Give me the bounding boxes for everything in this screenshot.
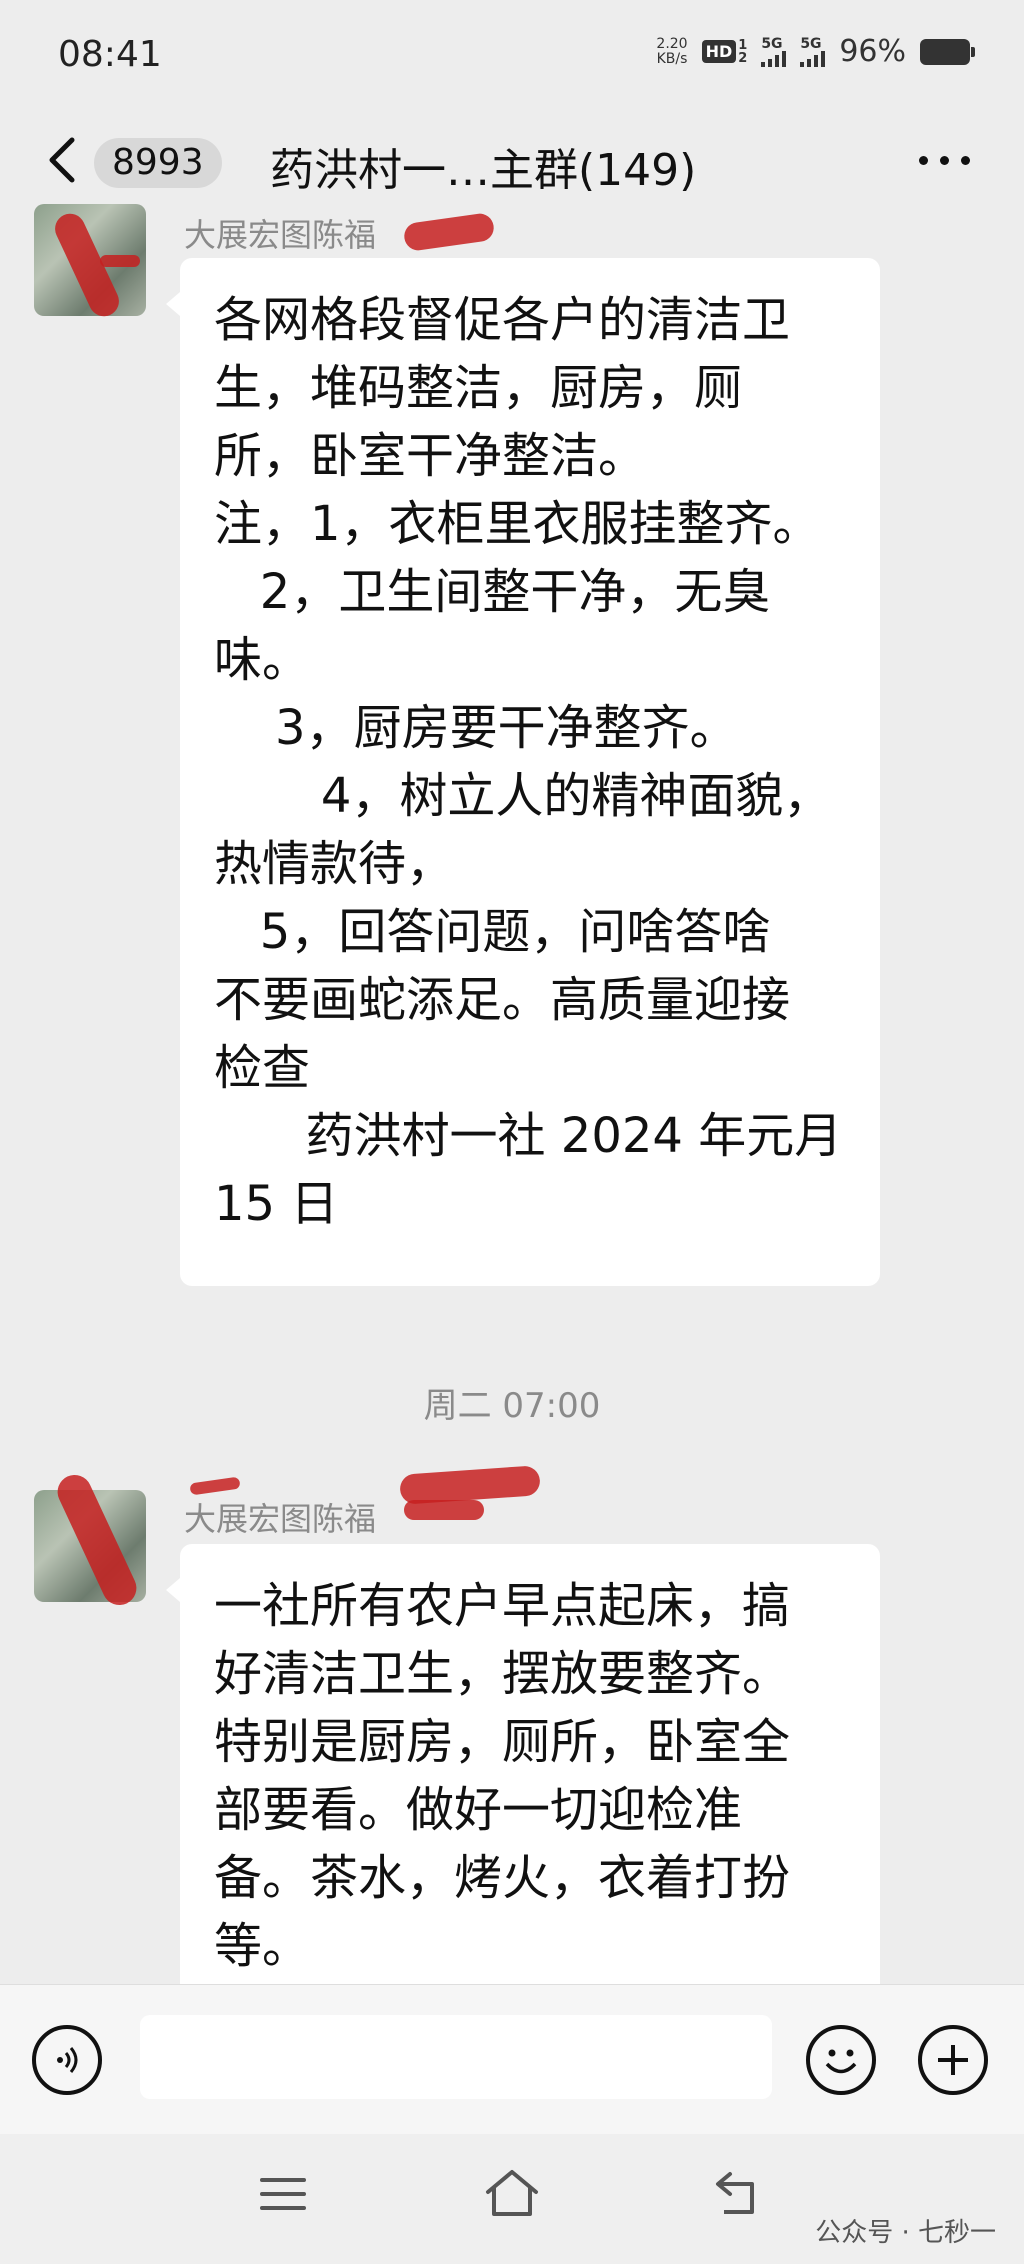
- system-nav-bar: 公众号 · 七秒一: [0, 2134, 1024, 2264]
- sender-name: 大展宏图陈福: [184, 1500, 377, 1538]
- redaction-mark: [404, 1500, 484, 1520]
- sender-name: 大展宏图陈福: [184, 216, 377, 254]
- message-input-bar: [0, 1984, 1024, 2135]
- network-speed: 2.20 KB/s: [656, 35, 688, 67]
- battery-icon: [920, 38, 975, 65]
- emoji-icon[interactable]: [806, 2025, 876, 2095]
- redaction-mark: [399, 1465, 541, 1505]
- redaction-mark: [402, 211, 496, 253]
- message-bubble[interactable]: 各网格段督促各户的清洁卫 生，堆码整洁，厨房，厕 所，卧室干净整洁。 注，1，衣…: [166, 258, 880, 1286]
- voice-icon[interactable]: [32, 2025, 102, 2095]
- status-bar: 08:41 2.20 KB/s HD 1 2 5G 5G 96%: [0, 0, 1024, 110]
- back-chevron-icon[interactable]: [44, 136, 84, 184]
- redaction-mark: [100, 255, 140, 267]
- message-input[interactable]: [140, 2015, 772, 2099]
- chat-timestamp: 周二 07:00: [423, 1386, 601, 1426]
- home-icon[interactable]: [482, 2166, 542, 2220]
- menu-icon[interactable]: [258, 2174, 308, 2214]
- status-time: 08:41: [58, 34, 162, 75]
- more-dots-icon[interactable]: [919, 156, 970, 165]
- message-bubble[interactable]: 一社所有农户早点起床，搞 好清洁卫生，摆放要整齐。 特别是厨房，厕所，卧室全 部…: [166, 1544, 880, 2004]
- status-indicators: 2.20 KB/s HD 1 2 5G 5G 96%: [656, 34, 975, 69]
- signal-2-icon: 5G: [800, 37, 826, 67]
- redaction-mark: [189, 1476, 241, 1496]
- chat-header: 8993 药洪村一…主群(149): [0, 110, 1024, 210]
- signal-1-icon: 5G: [761, 37, 787, 67]
- chat-title: 药洪村一…主群(149): [270, 145, 697, 196]
- unread-count-badge[interactable]: 8993: [94, 138, 222, 188]
- hd-indicator: HD 1 2: [701, 39, 747, 65]
- plus-icon[interactable]: [918, 2025, 988, 2095]
- battery-percent: 96%: [839, 34, 906, 69]
- watermark: 公众号 · 七秒一: [815, 2218, 996, 2248]
- return-icon[interactable]: [712, 2168, 768, 2220]
